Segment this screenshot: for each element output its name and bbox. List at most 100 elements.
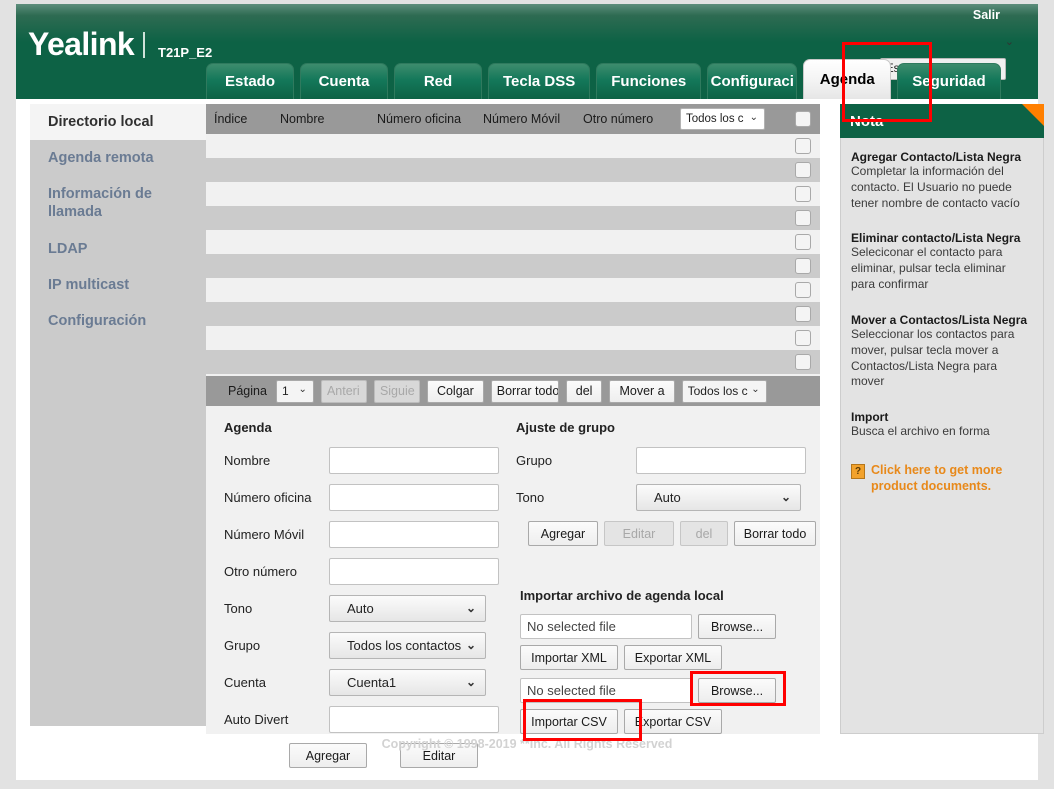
- row-checkbox-cell: [795, 138, 811, 154]
- row-checkbox-cell: [795, 354, 811, 370]
- tab-funciones[interactable]: Funciones: [596, 63, 701, 99]
- note-body: Busca el archivo en forma: [851, 424, 1033, 440]
- logout-link[interactable]: Salir: [973, 8, 1000, 22]
- table-row[interactable]: [206, 278, 820, 302]
- tab-tecla-dss[interactable]: Tecla DSS: [488, 63, 590, 99]
- tab-cuenta[interactable]: Cuenta: [300, 63, 388, 99]
- sidebar-item-configuracion[interactable]: Configuración: [30, 303, 206, 339]
- row-checkbox[interactable]: [795, 282, 811, 298]
- column-header-nombre: Nombre: [280, 112, 377, 126]
- nombre-input[interactable]: [329, 447, 499, 474]
- xml-browse-button[interactable]: Browse...: [698, 614, 776, 639]
- agenda-form: Agenda Nombre Número oficina Número Móvi…: [206, 420, 506, 768]
- xml-file-input[interactable]: [520, 614, 692, 639]
- table-row[interactable]: [206, 350, 820, 374]
- table-row[interactable]: [206, 230, 820, 254]
- column-header-otro-numero: Otro número: [583, 112, 680, 126]
- field-label: Cuenta: [224, 675, 329, 690]
- csv-action-row: Importar CSV Exportar CSV: [520, 709, 816, 734]
- row-checkbox-cell: [795, 234, 811, 250]
- app-window: Yealink T21P_E2 Salir Español(Spanish) ⌄…: [16, 4, 1038, 780]
- grupo-tono-select[interactable]: Auto: [636, 484, 801, 511]
- row-checkbox[interactable]: [795, 138, 811, 154]
- help-link-row[interactable]: ? Click here to get more product documen…: [851, 462, 1033, 495]
- group-edit-button[interactable]: Editar: [604, 521, 674, 546]
- row-checkbox[interactable]: [795, 258, 811, 274]
- logo-divider: [143, 32, 145, 58]
- csv-browse-button[interactable]: Browse...: [698, 678, 776, 703]
- grupo-select-wrap: Todos los contactos ⌄: [329, 632, 486, 659]
- table-row[interactable]: [206, 326, 820, 350]
- export-csv-button[interactable]: Exportar CSV: [624, 709, 722, 734]
- field-grupo-tono: Tono Auto ⌄: [516, 484, 816, 511]
- move-to-button[interactable]: Mover a: [609, 380, 674, 403]
- sidebar-item-informacion-llamada[interactable]: Información de llamada: [30, 176, 206, 230]
- sidebar-nav: Directorio local Agenda remota Informaci…: [30, 104, 206, 726]
- field-tono: Tono Auto ⌄: [224, 595, 506, 622]
- select-all-checkbox-cell: [795, 111, 811, 127]
- cuenta-select[interactable]: Cuenta1: [329, 669, 486, 696]
- numero-movil-input[interactable]: [329, 521, 499, 548]
- auto-divert-input[interactable]: [329, 706, 499, 733]
- import-csv-button[interactable]: Importar CSV: [520, 709, 618, 734]
- table-row[interactable]: [206, 302, 820, 326]
- field-label: Tono: [516, 490, 636, 505]
- table-row[interactable]: [206, 206, 820, 230]
- field-label: Grupo: [224, 638, 329, 653]
- group-add-button[interactable]: Agregar: [528, 521, 598, 546]
- device-model-label: T21P_E2: [158, 45, 212, 60]
- move-target-select[interactable]: Todos los c: [682, 380, 767, 403]
- field-cuenta: Cuenta Cuenta1 ⌄: [224, 669, 506, 696]
- group-filter-select[interactable]: Todos los c: [680, 108, 765, 130]
- table-row[interactable]: [206, 254, 820, 278]
- row-checkbox[interactable]: [795, 354, 811, 370]
- row-checkbox[interactable]: [795, 162, 811, 178]
- note-heading: Import: [851, 410, 1033, 424]
- csv-file-input[interactable]: [520, 678, 692, 703]
- contact-table-body: [206, 134, 820, 374]
- page-select[interactable]: 1: [276, 380, 314, 403]
- row-checkbox[interactable]: [795, 330, 811, 346]
- sidebar-item-ip-multicast[interactable]: IP multicast: [30, 267, 206, 303]
- hangup-button[interactable]: Colgar: [427, 380, 484, 403]
- next-page-button[interactable]: Siguie: [374, 380, 420, 403]
- delete-button[interactable]: del: [566, 380, 603, 403]
- import-xml-button[interactable]: Importar XML: [520, 645, 618, 670]
- tab-seguridad[interactable]: Seguridad: [897, 63, 1000, 99]
- select-all-checkbox[interactable]: [795, 111, 811, 127]
- grupo-nombre-input[interactable]: [636, 447, 806, 474]
- row-checkbox[interactable]: [795, 306, 811, 322]
- numero-oficina-input[interactable]: [329, 484, 499, 511]
- tab-estado[interactable]: Estado: [206, 63, 294, 99]
- help-link-text[interactable]: Click here to get more product documents…: [871, 462, 1033, 495]
- export-xml-button[interactable]: Exportar XML: [624, 645, 722, 670]
- previous-page-button[interactable]: Anteri: [321, 380, 367, 403]
- note-body: Seleccionar los contactos para mover, pu…: [851, 327, 1033, 390]
- sidebar-item-ldap[interactable]: LDAP: [30, 231, 206, 267]
- contact-table-header: Índice Nombre Número oficina Número Móvi…: [206, 104, 820, 134]
- group-form-title: Ajuste de grupo: [516, 420, 816, 435]
- note-heading: Agregar Contacto/Lista Negra: [851, 150, 1033, 164]
- tab-red[interactable]: Red: [394, 63, 482, 99]
- group-delete-all-button[interactable]: Borrar todo: [734, 521, 816, 546]
- tab-configuracion[interactable]: Configuraci: [707, 63, 797, 99]
- tab-agenda[interactable]: Agenda: [803, 59, 891, 99]
- grupo-select[interactable]: Todos los contactos: [329, 632, 486, 659]
- group-settings-and-import: Ajuste de grupo Grupo Tono Auto ⌄: [506, 420, 816, 768]
- row-checkbox[interactable]: [795, 186, 811, 202]
- group-delete-button[interactable]: del: [680, 521, 728, 546]
- field-auto-divert: Auto Divert: [224, 706, 506, 733]
- xml-action-row: Importar XML Exportar XML: [520, 645, 816, 670]
- tono-select[interactable]: Auto: [329, 595, 486, 622]
- sidebar-item-directorio-local[interactable]: Directorio local: [30, 104, 206, 140]
- row-checkbox[interactable]: [795, 234, 811, 250]
- delete-all-button[interactable]: Borrar todo: [491, 380, 559, 403]
- table-row[interactable]: [206, 158, 820, 182]
- pagination-toolbar: Página 1 ⌄ Anteri Siguie Colgar Borrar t…: [206, 376, 820, 406]
- sidebar-item-agenda-remota[interactable]: Agenda remota: [30, 140, 206, 176]
- table-row[interactable]: [206, 182, 820, 206]
- otro-numero-input[interactable]: [329, 558, 499, 585]
- table-row[interactable]: [206, 134, 820, 158]
- row-checkbox[interactable]: [795, 210, 811, 226]
- chevron-down-icon: ⌄: [1005, 35, 1014, 48]
